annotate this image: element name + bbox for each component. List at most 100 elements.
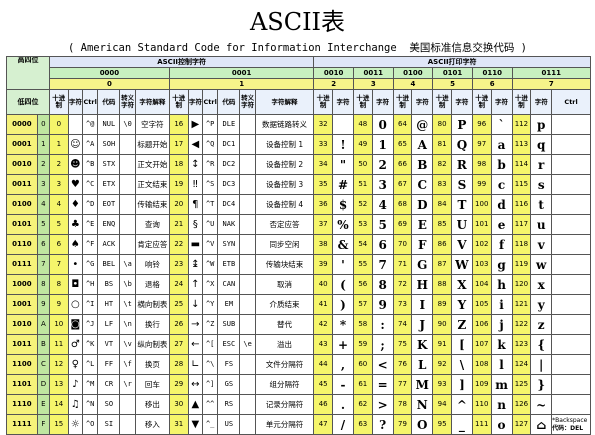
table-row: 0100 4 4 ♦ ^D EOT 传输结束 20 ¶ ^T DC4 设备控制 4 36 $52 4 68 D 8…: [6, 194, 591, 215]
description: 溢出: [254, 334, 315, 355]
printable-char: T: [450, 194, 473, 215]
printable-char: 1: [371, 134, 394, 155]
dec-code: 28: [168, 354, 189, 375]
col-header-char: 字符: [187, 89, 203, 115]
printable-char: >: [371, 394, 394, 415]
low-nibble-hex: 2: [36, 154, 50, 175]
glyph: §: [187, 214, 203, 235]
dec-code: 13: [48, 374, 69, 395]
table-row: 0111 7 7 • ^G BEL \a 响铃 23 ↨ ^W ETB 传输块结束 39 ' 55 7 71 G 87…: [6, 254, 591, 275]
dec-code: 56: [352, 274, 373, 295]
dec-code: 84: [432, 194, 452, 215]
control-code: BEL: [97, 254, 121, 275]
ctrl-key: ^C: [81, 174, 99, 195]
dec-code: 127: [511, 414, 532, 435]
printable-char: ): [332, 294, 354, 315]
ctrl-key: ^D: [81, 194, 99, 215]
printable-char: 5: [371, 214, 394, 235]
glyph: ♦: [67, 194, 83, 215]
glyph: ♀: [67, 354, 83, 375]
glyph: ◀: [187, 134, 203, 155]
ctrl-key: ^E: [81, 214, 99, 235]
printable-char: Y: [450, 294, 473, 315]
printable-char: e: [490, 214, 513, 235]
printable-char: -: [332, 374, 354, 395]
description: 传输结束: [134, 194, 170, 215]
dec-code: 105: [471, 294, 492, 315]
ctrl-cell: [551, 354, 591, 375]
dec-code: 23: [168, 254, 189, 275]
low-nibble-hex: 7: [36, 254, 50, 275]
glyph: ↓: [187, 294, 203, 315]
glyph: ‼: [187, 174, 203, 195]
printable-char: @: [411, 114, 434, 135]
glyph: ♂: [67, 334, 83, 355]
description: 传输块结束: [254, 254, 315, 275]
escape-sequence: [239, 254, 256, 275]
dec-code: 85: [432, 214, 452, 235]
low-nibble-hex: F: [36, 414, 50, 435]
printable-char: h: [490, 274, 513, 295]
dec-code: 76: [392, 354, 413, 375]
control-code: GS: [217, 374, 241, 395]
printable-char: }: [530, 374, 553, 395]
ascii-table: 高四位 ASCII控制字符 ASCII打印字符 0000 0001 0010 0…: [6, 56, 592, 435]
dec-code: 98: [471, 154, 492, 175]
dec-code: 112: [511, 114, 532, 135]
high-dec-6: 6: [471, 78, 513, 90]
page-title: ASCII表: [249, 8, 346, 36]
ctrl-key: ^S: [201, 174, 219, 195]
dec-code: 63: [352, 414, 373, 435]
control-code: FS: [217, 354, 241, 375]
high-bits-3: 0011: [352, 67, 394, 79]
dec-code: 19: [168, 174, 189, 195]
dec-code: 67: [392, 174, 413, 195]
col-header-code: 代码: [217, 89, 241, 115]
glyph: ▲: [187, 394, 203, 415]
dec-code: 33: [313, 134, 334, 155]
printable-char: U: [450, 214, 473, 235]
dec-code: 101: [471, 214, 492, 235]
printable-char: A: [411, 134, 434, 155]
col-header-dec: 十进制: [511, 89, 532, 115]
ctrl-key: ^J: [81, 314, 99, 335]
low-nibble-bits: 1101: [6, 374, 38, 395]
col-header-ctrl: Ctrl: [551, 89, 591, 115]
dec-code: 7: [48, 254, 69, 275]
printable-char: ]: [450, 374, 473, 395]
dec-code: 10: [48, 314, 69, 335]
col-header-ctrl: Ctrl: [201, 89, 219, 115]
control-code: ESC: [217, 334, 241, 355]
dec-code: 115: [511, 174, 532, 195]
ctrl-key: ^T: [201, 194, 219, 215]
printable-char: %: [332, 214, 354, 235]
col-header-dec: 十进制: [392, 89, 413, 115]
table-row: 0011 3 3 ♥ ^C ETX 正文结束 19 ‼ ^S DC3 设备控制 3 35 #51 3 67 C 8…: [6, 174, 591, 195]
description: 空字符: [134, 114, 170, 135]
dec-code: 88: [432, 274, 452, 295]
printable-char: t: [530, 194, 553, 215]
dec-code: 37: [313, 214, 334, 235]
glyph: ◘: [67, 274, 83, 295]
printable-char: i: [490, 294, 513, 315]
dec-code: 80: [432, 114, 452, 135]
low-nibble-hex: C: [36, 354, 50, 375]
col-header-char: 字符: [530, 89, 553, 115]
printable-char: o: [490, 414, 513, 435]
low-nibble-hex: B: [36, 334, 50, 355]
dec-code: 78: [392, 394, 413, 415]
dec-code: 21: [168, 214, 189, 235]
escape-sequence: \b: [119, 274, 136, 295]
printable-char: (: [332, 274, 354, 295]
printable-char: V: [450, 234, 473, 255]
control-code: CAN: [217, 274, 241, 295]
printable-char: E: [411, 214, 434, 235]
high-bits-5: 0101: [432, 67, 473, 79]
printable-char: n: [490, 394, 513, 415]
glyph: ¶: [187, 194, 203, 215]
dec-code: 39: [313, 254, 334, 275]
escape-sequence: [239, 314, 256, 335]
dec-code: 109: [471, 374, 492, 395]
col-header-char: 字符: [67, 89, 83, 115]
printable-char: P: [450, 114, 473, 135]
